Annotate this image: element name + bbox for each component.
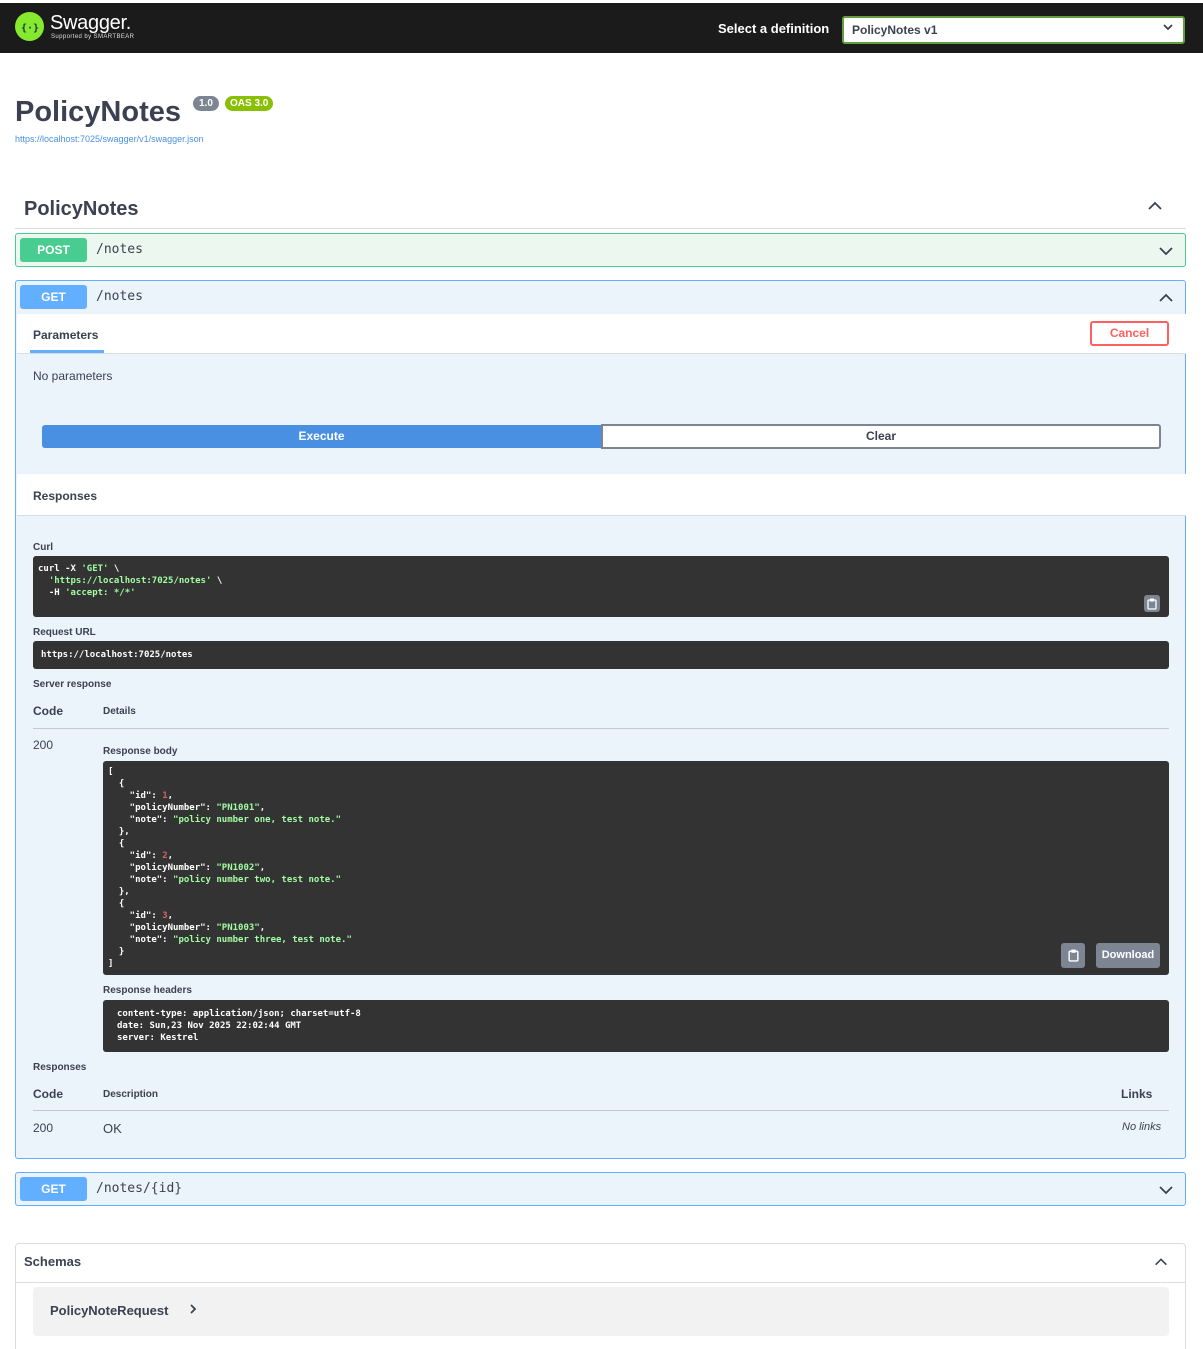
server-response-label: Server response (33, 679, 112, 690)
schemas-title[interactable]: Schemas (24, 1254, 81, 1269)
definition-select-value: PolicyNotes v1 (852, 23, 938, 37)
swagger-logo-icon: {·} (15, 12, 44, 41)
chevron-down-icon[interactable] (1157, 1181, 1175, 1204)
logo-name: Swagger. (50, 12, 131, 34)
op-path: /notes (96, 242, 143, 257)
details-header: Details (103, 706, 136, 717)
logo-sub: Supported by SMARTBEAR (51, 34, 135, 40)
curl-label: Curl (33, 542, 53, 553)
request-url-label: Request URL (33, 627, 96, 638)
op-path[interactable]: /notes (96, 289, 143, 304)
schemas-section: Schemas PolicyNoteRequest (15, 1243, 1186, 1349)
links-header: Links (1121, 1087, 1153, 1101)
responses-header: Responses (17, 474, 1186, 516)
chevron-down-icon[interactable] (1157, 242, 1175, 265)
op-get-note-by-id[interactable]: GET /notes/{id} (15, 1172, 1186, 1206)
responses-title: Responses (33, 489, 98, 503)
description-header: Description (103, 1089, 159, 1100)
cancel-button[interactable]: Cancel (1090, 321, 1169, 346)
topbar: {·} Swagger. Supported by SMARTBEAR Sele… (0, 3, 1203, 53)
definition-select[interactable]: PolicyNotes v1 (842, 16, 1185, 44)
spec-url-link[interactable]: https://localhost:7025/swagger/v1/swagge… (15, 134, 204, 144)
resp-description: OK (103, 1121, 122, 1136)
model-item[interactable]: PolicyNoteRequest (33, 1287, 1169, 1336)
response-headers-label: Response headers (103, 985, 192, 996)
op-post-notes[interactable]: POST /notes (15, 233, 1186, 267)
chevron-up-icon[interactable] (1157, 289, 1175, 312)
resp-code: 200 (33, 1121, 54, 1135)
download-button[interactable]: Download (1096, 943, 1160, 968)
response-headers-code[interactable]: content-type: application/json; charset=… (103, 1000, 1169, 1052)
chevron-right-icon (188, 1302, 198, 1318)
copy-icon[interactable] (1144, 595, 1160, 612)
resp-links: No links (1122, 1121, 1162, 1133)
chevron-down-icon (1163, 22, 1173, 35)
tab-parameters[interactable]: Parameters (33, 328, 98, 342)
request-url-value[interactable]: https://localhost:7025/notes (33, 641, 1169, 669)
clear-button[interactable]: Clear (601, 424, 1161, 449)
parameters-header: Parameters Cancel (17, 314, 1186, 354)
tag-divider (15, 228, 1186, 229)
definition-label: Select a definition (718, 21, 830, 36)
no-parameters-text: No parameters (33, 369, 113, 383)
response-body-label: Response body (103, 746, 178, 757)
model-name: PolicyNoteRequest (50, 1303, 169, 1318)
code-header: Code (33, 704, 63, 718)
response-code: 200 (33, 738, 54, 752)
tab-underline (30, 350, 104, 353)
svg-text:{·}: {·} (20, 23, 38, 34)
method-badge-post: POST (20, 238, 87, 262)
chevron-up-icon[interactable] (1146, 197, 1164, 220)
schemas-divider (16, 1282, 1185, 1283)
page-title: PolicyNotes (15, 96, 181, 128)
code-header: Code (33, 1087, 63, 1101)
swagger-logo[interactable]: {·} Swagger. Supported by SMARTBEAR (15, 12, 134, 41)
copy-icon[interactable] (1061, 943, 1085, 968)
response-body-code[interactable]: [ { "id": 1, "policyNumber": "PN1001", "… (103, 761, 1169, 975)
responses-label: Responses (33, 1062, 87, 1073)
method-badge-get: GET (20, 1177, 87, 1201)
execute-button[interactable]: Execute (42, 425, 601, 448)
chevron-up-icon[interactable] (1153, 1254, 1169, 1275)
tag-title[interactable]: PolicyNotes (24, 198, 138, 221)
table-divider (33, 728, 1169, 729)
version-badge: 1.0 (193, 96, 219, 111)
oas-badge: OAS 3.0 (225, 96, 274, 111)
op-path: /notes/{id} (96, 1181, 183, 1196)
table-divider (33, 1110, 1169, 1111)
method-badge-get: GET (20, 285, 87, 309)
op-get-notes: GET /notes Parameters Cancel No paramete… (15, 280, 1186, 1159)
curl-code[interactable]: curl -X 'GET' \ 'https://localhost:7025/… (33, 556, 1169, 617)
